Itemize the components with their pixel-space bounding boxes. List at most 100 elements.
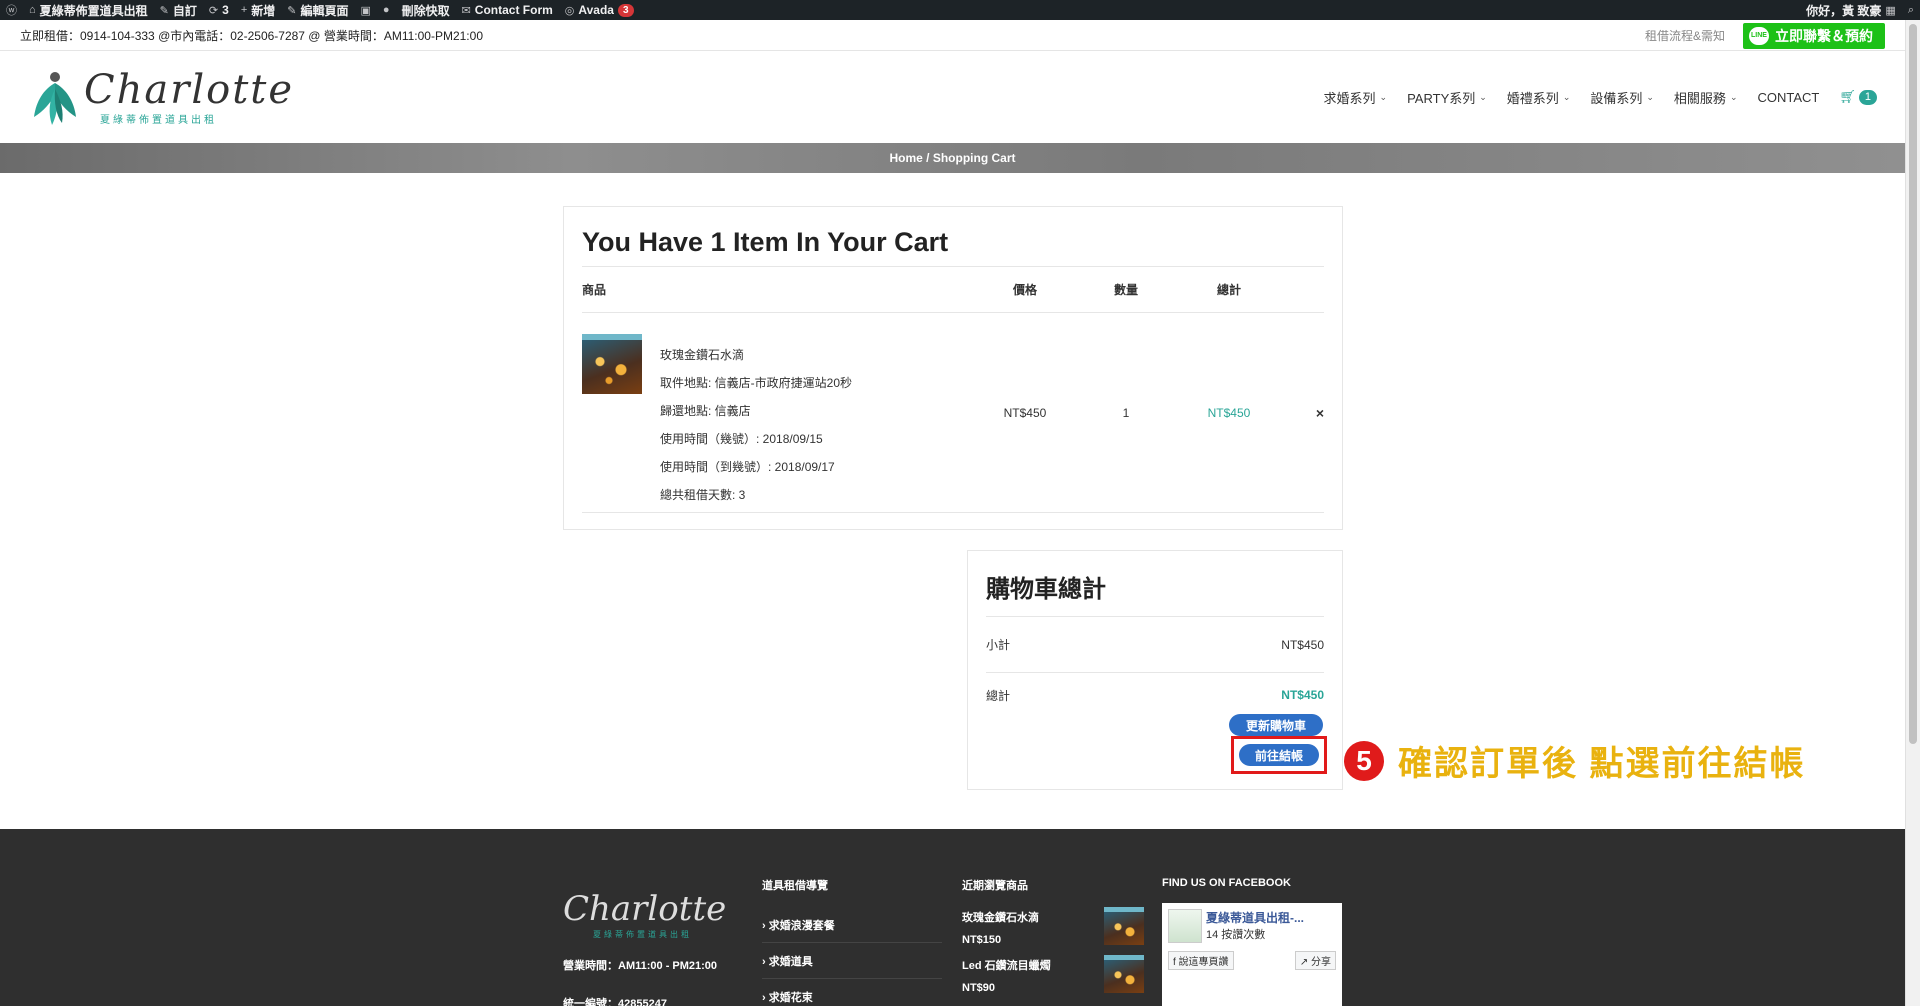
header-price: 價格	[1012, 283, 1037, 297]
checkout-button[interactable]: 前往結帳	[1239, 744, 1319, 766]
avada-icon: ◎	[564, 4, 575, 17]
chevron-down-icon: ⌄	[1729, 91, 1738, 102]
step-number-badge: 5	[1344, 740, 1384, 781]
recent-thumbnail	[1104, 907, 1144, 945]
remove-item-icon[interactable]: ×	[1274, 405, 1324, 421]
rental-days: 總共租借天數: 3	[660, 488, 746, 502]
table-row: 玫瑰金鑽石水滴 取件地點: 信義店-市政府捷運站20秒 歸還地點: 信義店 使用…	[582, 313, 1324, 513]
footer-recent-heading: 近期瀏覽商品	[962, 880, 1028, 892]
list-item[interactable]: 玫瑰金鑽石水滴 NT$150	[962, 907, 1144, 955]
rental-flow-link[interactable]: 租借流程&需知	[1645, 27, 1725, 44]
pickup-location: 取件地點: 信義店-市政府捷運站20秒	[660, 376, 853, 390]
use-end-date: 使用時間（到幾號）: 2018/09/17	[660, 460, 835, 474]
fb-like-count: 14 按讚次數	[1206, 929, 1266, 941]
site-logo[interactable]: Charlotte 夏綠蒂佈置道具出租	[30, 67, 294, 127]
total-row: 總計 NT$450	[986, 673, 1324, 717]
fb-page-name[interactable]: 夏綠蒂道具出租-...	[1206, 909, 1304, 926]
admin-edit-page[interactable]: ✎ 編輯頁面	[287, 2, 348, 19]
main-nav: 求婚系列 ⌄ PARTY系列 ⌄ 婚禮系列 ⌄ 設備系列 ⌄ 相關服務 ⌄ CONTACT…	[1324, 88, 1877, 107]
chevron-down-icon: ⌄	[1379, 91, 1388, 102]
fb-page-avatar[interactable]	[1168, 909, 1202, 943]
footer-fb-heading: FIND US ON FACEBOOK	[1162, 877, 1291, 889]
subtotal-label: 小計	[986, 638, 1011, 652]
nav-cart[interactable]: 🛒︎ 1	[1839, 89, 1877, 105]
cart-count-badge: 1	[1858, 89, 1877, 105]
item-quantity[interactable]: 1	[1068, 406, 1184, 420]
footer-guide-link[interactable]: › 求婚道具	[762, 943, 942, 979]
footer-guide-link[interactable]: › 求婚花束	[762, 979, 942, 1006]
fb-like-button[interactable]: f 說這專頁讚	[1168, 951, 1234, 970]
cart-panel: You Have 1 Item In Your Cart 商品 價格 數量 總計…	[563, 206, 1343, 530]
admin-updates[interactable]: ⟳ 3	[209, 3, 229, 17]
nav-contact[interactable]: CONTACT	[1757, 90, 1819, 105]
subtotal-value: NT$450	[1281, 637, 1324, 652]
cart-totals-panel: 購物車總計 小計 NT$450 總計 NT$450 更新購物車 前往結帳	[967, 550, 1343, 790]
nav-proposal[interactable]: 求婚系列 ⌄	[1324, 88, 1388, 107]
leaf-logo-icon	[30, 67, 80, 127]
admin-avada[interactable]: ◎ Avada 3	[565, 3, 634, 17]
avatar-icon: ▦	[1885, 4, 1896, 17]
contact-info-text: 立即租借：0914-104-333 @市內電話：02-2506-7287 @ 營…	[20, 29, 483, 43]
total-label: 總計	[986, 688, 1011, 703]
top-info-bar: 立即租借：0914-104-333 @市內電話：02-2506-7287 @ 營…	[0, 21, 1905, 51]
return-location: 歸還地點: 信義店	[660, 404, 751, 418]
admin-contact-form[interactable]: ✉ Contact Form	[462, 3, 553, 17]
admin-clear-cache[interactable]: 刪除快取	[402, 2, 450, 19]
header-qty: 數量	[1113, 283, 1138, 297]
footer-logo[interactable]: Charlotte 夏綠蒂佈置道具出租	[563, 889, 726, 940]
admin-site-name[interactable]: ⌂ 夏綠蒂佈置道具出租	[29, 2, 148, 19]
logo-subtitle: 夏綠蒂佈置道具出租	[100, 114, 217, 126]
facebook-widget: 夏綠蒂道具出租-... 14 按讚次數 f 說這專頁讚 ↗ 分享	[1162, 903, 1342, 1006]
footer-hours: 營業時間：AM11:00 - PM21:00	[563, 960, 718, 972]
nav-party[interactable]: PARTY系列 ⌄	[1407, 88, 1487, 107]
scrollbar-thumb[interactable]	[1909, 24, 1917, 744]
update-cart-button[interactable]: 更新購物車	[1229, 714, 1323, 736]
nav-equipment[interactable]: 設備系列 ⌄	[1590, 88, 1654, 107]
footer-guide: 道具租借導覽 › 求婚浪漫套餐 › 求婚道具 › 求婚花束	[762, 829, 942, 1006]
chevron-down-icon: ⌄	[1479, 91, 1487, 102]
list-item[interactable]: Led 石鑽流目蠟燭 NT$90	[962, 955, 1144, 1003]
cart-icon: 🛒︎	[1839, 89, 1856, 104]
admin-status-dot-icon: ●	[382, 4, 390, 16]
product-name[interactable]: 玫瑰金鑽石水滴	[660, 346, 852, 363]
admin-search-icon[interactable]: ⌕	[1908, 4, 1914, 17]
admin-yoast-icon[interactable]: ▣	[361, 4, 371, 17]
breadcrumb: Home / Shopping Cart	[0, 143, 1905, 173]
chevron-down-icon: ⌄	[1562, 91, 1571, 102]
footer-guide-link[interactable]: › 求婚浪漫套餐	[762, 907, 942, 943]
admin-customize[interactable]: ✎ 自訂	[160, 2, 197, 19]
nav-services[interactable]: 相關服務 ⌄	[1674, 88, 1738, 107]
line-contact-button[interactable]: LINE 立即聯繫＆預約	[1743, 22, 1885, 49]
admin-new[interactable]: + 新增	[241, 2, 275, 19]
home-icon: ⌂	[29, 4, 36, 16]
fb-share-button[interactable]: ↗ 分享	[1294, 951, 1336, 970]
logo-script: Charlotte	[84, 66, 295, 113]
footer-guide-heading: 道具租借導覽	[762, 880, 828, 892]
mail-icon: ✉	[461, 4, 471, 17]
site-footer: Charlotte 夏綠蒂佈置道具出租 營業時間：AM11:00 - PM21:…	[0, 829, 1905, 1006]
site-header: Charlotte 夏綠蒂佈置道具出租 求婚系列 ⌄ PARTY系列 ⌄ 婚禮系列 ⌄…	[0, 52, 1905, 142]
admin-greeting[interactable]: 你好，黃 致豪 ▦	[1806, 2, 1896, 19]
admin-bar: ⓦ ⌂ 夏綠蒂佈置道具出租 ✎ 自訂 ⟳ 3 + 新增 ✎ 編輯頁面 ▣ ● 刪除快取 ✉…	[0, 0, 1920, 20]
avada-badge: 3	[617, 3, 634, 17]
footer-recent: 近期瀏覽商品 玫瑰金鑽石水滴 NT$150 Led 石鑽流目蠟燭 NT$90	[962, 829, 1144, 1003]
nav-wedding[interactable]: 婚禮系列 ⌄	[1507, 88, 1571, 107]
cart-table-header: 商品 價格 數量 總計	[582, 267, 1324, 313]
step-annotation: 5 確認訂單後 點選前往結帳	[1344, 736, 1805, 785]
pencil-icon: ✎	[287, 4, 297, 17]
subtotal-row: 小計 NT$450	[986, 617, 1324, 673]
refresh-icon: ⟳	[208, 4, 219, 17]
cart-title: You Have 1 Item In Your Cart	[582, 227, 1324, 267]
step-instruction: 確認訂單後 點選前往結帳	[1398, 745, 1806, 783]
plus-icon: +	[240, 4, 248, 16]
chevron-down-icon: ⌄	[1646, 91, 1654, 102]
footer-info: 營業時間：AM11:00 - PM21:00 統一編號：42855247	[563, 957, 717, 1006]
recent-thumbnail	[1104, 955, 1144, 993]
page-scrollbar[interactable]	[1905, 20, 1920, 1006]
item-total: NT$450	[1207, 405, 1251, 420]
wordpress-logo-icon[interactable]: ⓦ	[6, 2, 17, 18]
item-price: NT$450	[1003, 405, 1047, 420]
product-thumbnail[interactable]	[582, 334, 642, 394]
use-start-date: 使用時間（幾號）: 2018/09/15	[660, 432, 823, 446]
totals-title: 購物車總計	[986, 569, 1324, 617]
